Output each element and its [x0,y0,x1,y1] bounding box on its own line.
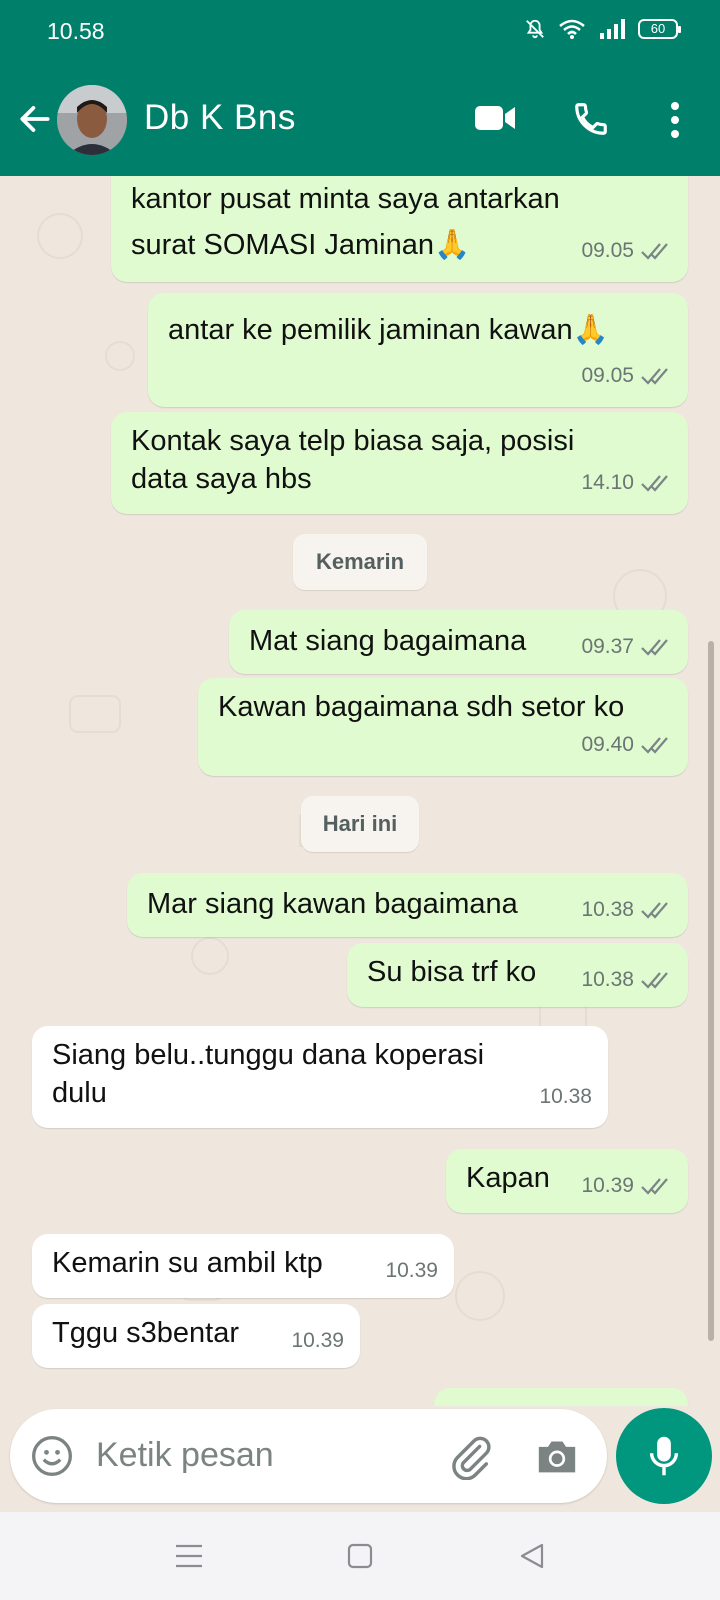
message-time: 09.40 [581,733,634,756]
message-bubble[interactable]: antar ke pemilik jaminan kawan🙏 09.05 [148,293,688,407]
read-double-tick-icon [641,368,668,385]
message-time: 10.38 [581,968,634,991]
message-meta: 10.38 [539,1078,592,1116]
message-text: kantor pusat minta saya antarkan surat S… [131,183,560,261]
message-time: 10.39 [291,1329,344,1352]
phone-icon[interactable] [572,100,610,138]
mic-icon [649,1436,679,1476]
message-text: Su bisa trf ko [367,956,537,988]
message-text: Tggu s3bentar [52,1317,240,1349]
message-text: Kawan bagaimana sdh setor ko [218,691,625,723]
contact-name[interactable]: Db K Bns [144,98,296,138]
read-double-tick-icon [641,1178,668,1195]
message-meta: 09.37 [581,628,672,666]
read-double-tick-icon [641,972,668,989]
message-time: 14.10 [581,471,634,494]
message-meta: 09.05 [581,357,672,395]
message-time: 09.05 [581,364,634,387]
message-bubble[interactable]: Kontak saya telp biasa saja, posisi data… [111,412,688,514]
message-bubble[interactable]: Mat siang bagaimana 09.37 [229,610,688,674]
message-text: Kemarin su ambil ktp [52,1247,323,1279]
mic-button[interactable] [616,1408,712,1504]
back-nav-icon[interactable] [518,1542,546,1570]
message-bubble[interactable]: Kemarin su ambil ktp 10.39 [32,1234,454,1298]
message-time: 09.05 [581,239,634,262]
message-text: Mat siang bagaimana [249,625,527,657]
message-bubble[interactable]: kantor pusat minta saya antarkan surat S… [111,176,688,282]
message-time: 09.37 [581,635,634,658]
chat-area[interactable]: kantor pusat minta saya antarkan surat S… [0,176,720,1406]
mute-icon [526,19,544,39]
message-meta: 10.39 [581,1167,672,1205]
signal-icon [600,19,625,39]
home-nav-icon[interactable] [346,1542,374,1570]
message-bubble[interactable]: Su bisa trf ko 10.38 [347,943,688,1007]
message-meta: 10.39 [291,1322,344,1360]
message-bubble[interactable]: Kawan bagaimana sdh setor ko 09.40 [198,678,688,776]
message-time: 10.38 [539,1085,592,1108]
message-text: Kontak saya telp biasa saja, posisi data… [131,425,575,495]
battery-level: 60 [650,21,666,36]
attach-icon[interactable] [448,1434,494,1480]
message-text: Kapan [466,1162,550,1194]
read-double-tick-icon [641,475,668,492]
status-bar: 10.58 60 [0,0,720,64]
menu-nav-icon[interactable] [174,1542,204,1570]
read-double-tick-icon [641,902,668,919]
message-bubble[interactable]: Mar siang kawan bagaimana 10.38 [127,873,688,937]
message-time: 10.38 [581,898,634,921]
message-bubble[interactable]: Siang belu..tunggu dana koperasi dulu 10… [32,1026,608,1128]
message-time: 10.39 [385,1259,438,1282]
chat-scrollbar[interactable] [708,641,714,1341]
battery-icon: 60 [638,19,681,39]
message-text: Mar siang kawan bagaimana [147,888,518,920]
system-nav-bar [0,1512,720,1600]
chat-header: Db K Bns [0,64,720,176]
message-meta: 09.05 [581,232,672,270]
message-text: Siang belu..tunggu dana koperasi dulu [52,1039,485,1109]
more-vert-icon[interactable] [660,100,690,140]
read-double-tick-icon [641,737,668,754]
message-text: antar ke pemilik jaminan kawan🙏 [168,314,609,346]
avatar[interactable] [57,85,127,155]
message-time: 10.39 [581,1174,634,1197]
emoji-icon[interactable] [30,1434,74,1478]
status-time: 10.58 [47,18,105,44]
date-chip: Kemarin [293,534,427,590]
status-icons: 60 [524,18,681,40]
message-bubble[interactable]: Tggu s3bentar 10.39 [32,1304,360,1368]
read-double-tick-icon [641,639,668,656]
message-meta: 10.39 [385,1252,438,1290]
message-composer[interactable]: Ketik pesan [10,1409,607,1503]
read-double-tick-icon [641,243,668,260]
wifi-icon [559,19,585,39]
message-meta: 10.38 [581,891,672,929]
message-meta: 14.10 [581,464,672,502]
message-input[interactable]: Ketik pesan [96,1436,274,1475]
camera-icon[interactable] [535,1436,579,1476]
message-bubble[interactable] [434,1388,688,1406]
message-meta: 10.38 [581,961,672,999]
date-chip: Hari ini [301,796,419,852]
video-call-icon[interactable] [474,102,516,134]
message-meta: 09.40 [581,726,672,764]
message-bubble[interactable]: Kapan 10.39 [446,1149,688,1213]
back-arrow-icon[interactable] [16,100,54,138]
